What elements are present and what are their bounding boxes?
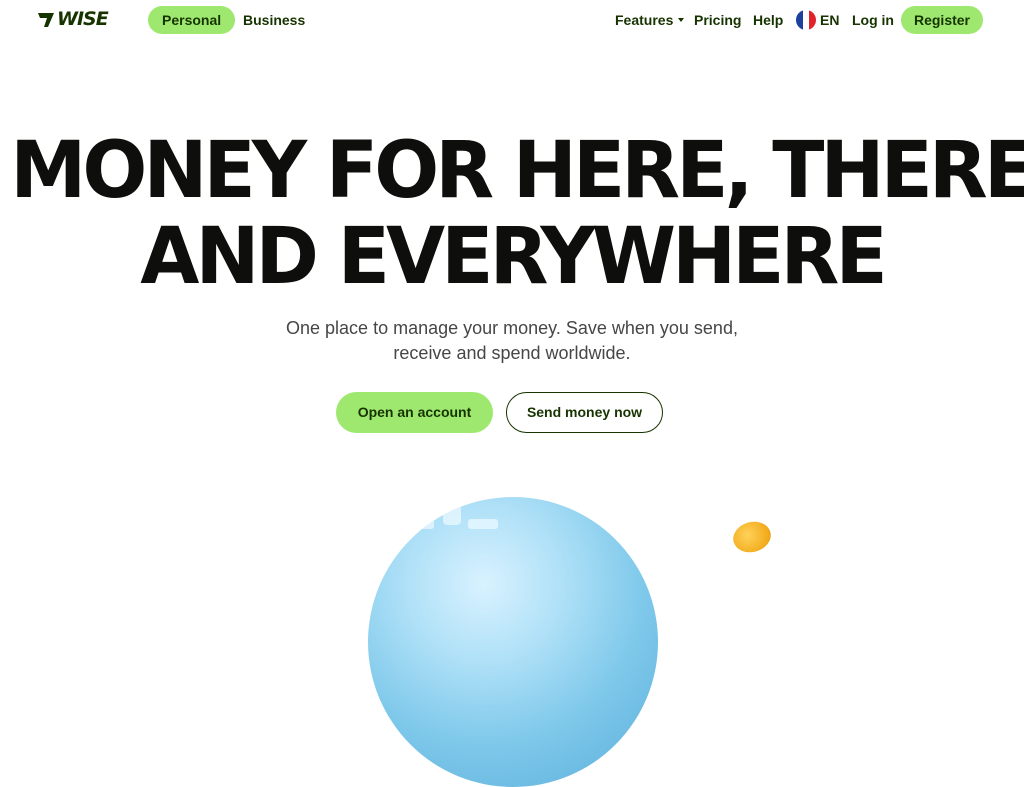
globe-illustration: [368, 497, 658, 787]
tab-business[interactable]: Business: [229, 6, 319, 34]
language-selector[interactable]: EN: [796, 6, 839, 34]
chevron-down-icon: [678, 18, 685, 23]
france-flag-icon: [796, 10, 816, 30]
hero-headline: MONEY FOR HERE, THERE AND EVERYWHERE: [10, 126, 1024, 302]
wise-flag-icon: [38, 13, 54, 27]
language-label: EN: [820, 12, 840, 28]
open-account-button[interactable]: Open an account: [336, 392, 493, 433]
wise-logo[interactable]: WISE: [37, 8, 109, 30]
hero-subtitle: One place to manage your money. Save whe…: [0, 316, 1024, 366]
hero-subtitle-line-2: receive and spend worldwide.: [393, 343, 631, 363]
nav-help[interactable]: Help: [753, 6, 783, 34]
hero-headline-line-2: AND EVERYWHERE: [140, 212, 887, 302]
register-button[interactable]: Register: [901, 6, 983, 34]
tab-personal[interactable]: Personal: [148, 6, 236, 34]
send-money-button[interactable]: Send money now: [506, 392, 663, 433]
nav-features[interactable]: Features: [615, 6, 685, 34]
coin-illustration: [729, 517, 775, 557]
login-link[interactable]: Log in: [852, 6, 894, 34]
nav-features-label: Features: [615, 12, 674, 28]
site-header: WISE Personal Business Features Pricing …: [0, 0, 1024, 40]
logo-text: WISE: [57, 8, 109, 30]
nav-pricing[interactable]: Pricing: [694, 6, 741, 34]
hero-subtitle-line-1: One place to manage your money. Save whe…: [286, 318, 738, 338]
hero-headline-line-1: MONEY FOR HERE, THERE: [10, 126, 1024, 216]
